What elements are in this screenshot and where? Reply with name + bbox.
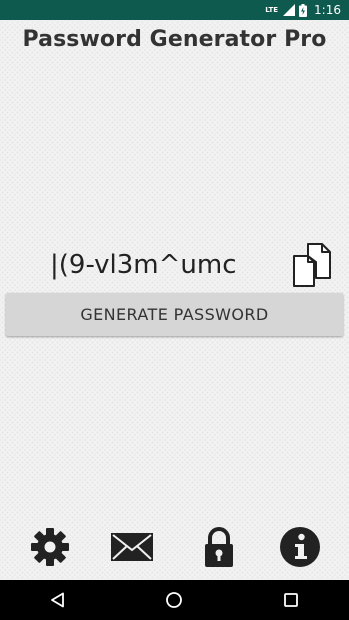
nav-recents-button[interactable] bbox=[267, 580, 315, 620]
network-type-label: LTE bbox=[265, 6, 279, 14]
nav-home-button[interactable] bbox=[150, 580, 198, 620]
password-row: |(9-vl3m^umc bbox=[0, 242, 349, 290]
lock-icon bbox=[205, 527, 233, 567]
info-button[interactable] bbox=[278, 525, 322, 569]
settings-gear-icon bbox=[31, 528, 69, 566]
settings-button[interactable] bbox=[28, 525, 72, 569]
battery-icon bbox=[299, 3, 308, 17]
copy-password-button[interactable] bbox=[290, 242, 334, 288]
app-title: Password Generator Pro bbox=[22, 27, 327, 52]
generated-password: |(9-vl3m^umc bbox=[50, 250, 237, 280]
recents-square-icon bbox=[283, 593, 298, 607]
system-navigation-bar bbox=[0, 580, 349, 620]
generate-password-button[interactable]: GENERATE PASSWORD bbox=[6, 293, 343, 336]
status-bar: LTE 1:16 bbox=[0, 0, 349, 20]
bottom-toolbar bbox=[0, 525, 349, 569]
lock-button[interactable] bbox=[197, 525, 241, 569]
signal-icon bbox=[283, 4, 296, 16]
email-button[interactable] bbox=[110, 525, 154, 569]
home-circle-icon bbox=[166, 592, 183, 608]
info-icon bbox=[280, 527, 320, 567]
email-envelope-icon bbox=[111, 533, 153, 561]
clock-time: 1:16 bbox=[314, 3, 341, 17]
nav-back-button[interactable] bbox=[34, 580, 82, 620]
back-triangle-icon bbox=[51, 592, 65, 608]
copy-icon bbox=[293, 243, 331, 287]
